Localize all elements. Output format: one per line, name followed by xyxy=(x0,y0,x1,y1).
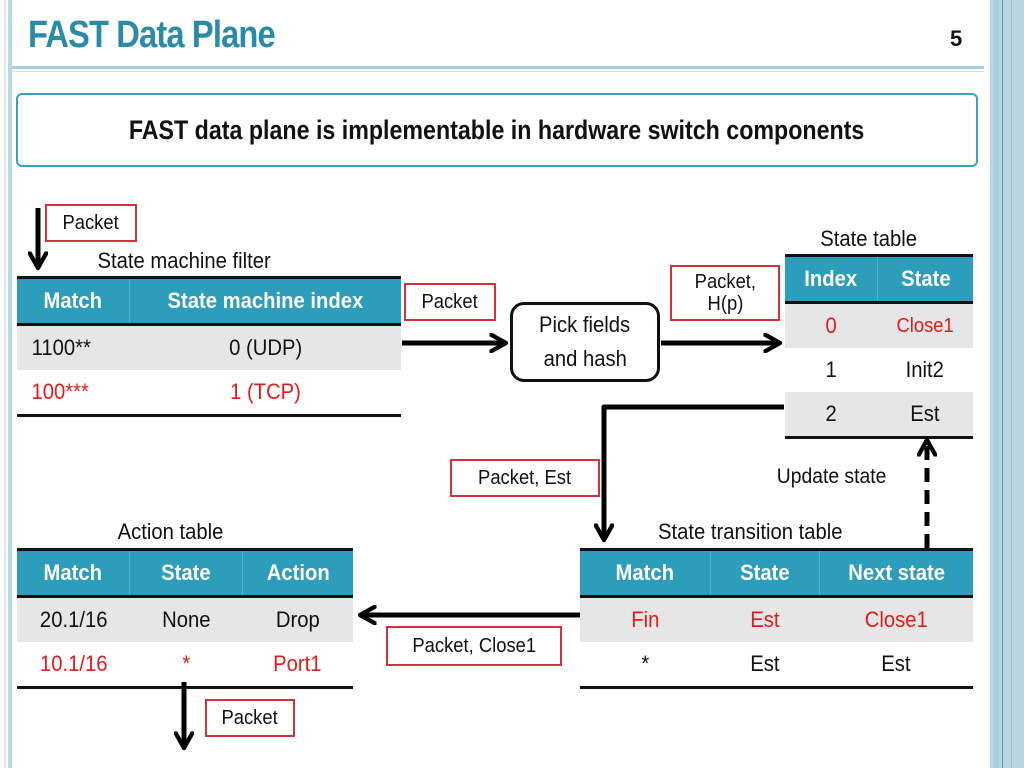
label-packet-est: Packet, Est xyxy=(450,459,600,497)
label-packet-in: Packet xyxy=(45,204,137,242)
table-row: 100*** 1 (TCP) xyxy=(17,370,401,417)
table-header-row: Match State Next state xyxy=(580,548,973,598)
state-transition-table: Match State Next state Fin Est Close1 * … xyxy=(580,548,973,689)
caption-state-transition-table: State transition table xyxy=(658,519,843,544)
header-index: Index xyxy=(785,254,878,304)
action-table: Match State Action 20.1/16 None Drop 10.… xyxy=(17,548,353,689)
title-divider-thin xyxy=(12,71,984,72)
label-packet-close1: Packet, Close1 xyxy=(386,626,562,666)
table-header-row: Match State Action xyxy=(17,548,353,598)
header-state: State xyxy=(877,254,973,304)
caption-state-machine-filter: State machine filter xyxy=(97,248,271,273)
table-row: 1100** 0 (UDP) xyxy=(17,324,401,370)
slide-frame-left-accent xyxy=(4,0,6,768)
caption-state-table: State table xyxy=(820,226,917,251)
header-action: Action xyxy=(242,548,353,598)
headline: FAST data plane is implementable in hard… xyxy=(16,93,978,167)
label-packet-out: Packet xyxy=(205,699,295,737)
header-state: State xyxy=(129,548,243,598)
pick-fields-and-hash-block: Pick fields and hash xyxy=(510,302,660,382)
table-row: Fin Est Close1 xyxy=(580,596,973,642)
header-match: Match xyxy=(17,548,130,598)
table-row: 10.1/16 * Port1 xyxy=(17,642,353,689)
header-match: Match xyxy=(17,276,130,326)
label-packet-to-hash: Packet xyxy=(404,283,496,321)
headline-text: FAST data plane is implementable in hard… xyxy=(129,114,865,145)
slide-title: FAST Data Plane xyxy=(28,14,276,56)
slide-number: 5 xyxy=(950,26,963,51)
header-match: Match xyxy=(580,548,711,598)
table-header-row: Match State machine index xyxy=(17,276,401,326)
title-divider xyxy=(12,66,984,69)
header-next-state: Next state xyxy=(819,548,973,598)
label-update-state: Update state xyxy=(776,465,887,488)
table-row: 1 Init2 xyxy=(825,357,945,382)
label-packet-hash: Packet, H(p) xyxy=(670,265,780,321)
table-row: 2 Est xyxy=(785,392,973,439)
state-machine-filter-table: Match State machine index 1100** 0 (UDP)… xyxy=(17,276,401,417)
table-header-row: Index State xyxy=(785,254,973,304)
state-table: Index State 0 Close1 1 Init2 2 Est xyxy=(785,254,973,439)
header-state-machine-index: State machine index xyxy=(129,276,401,326)
table-row: * Est Est xyxy=(580,642,973,689)
slide-frame-right xyxy=(984,0,1024,768)
header-state: State xyxy=(710,548,820,598)
caption-action-table: Action table xyxy=(117,519,224,544)
slide-frame-left xyxy=(8,0,12,768)
table-row: 0 Close1 xyxy=(785,302,973,348)
table-row: 20.1/16 None Drop xyxy=(17,596,353,642)
